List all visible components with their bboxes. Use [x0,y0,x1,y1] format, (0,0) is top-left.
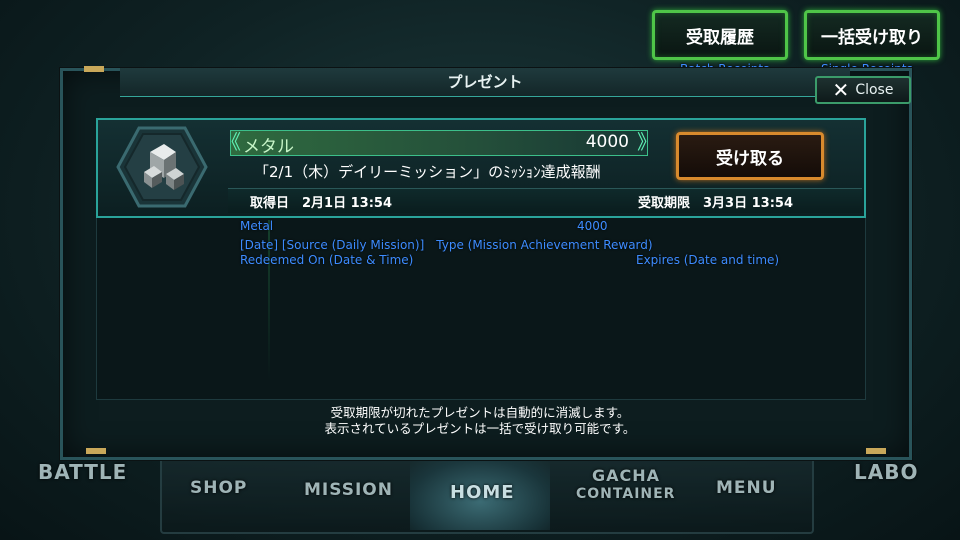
footer-note-line1: 受取期限が切れたプレゼントは自動的に消滅します。 [330,405,630,420]
annotation-description: [Date] [Source (Daily Mission)] Type (Mi… [240,238,653,252]
dialog-title: プレゼント [120,68,850,97]
nav-gacha[interactable]: GACHA [592,466,660,485]
dialog-corner-accent [84,66,104,72]
item-name-bar: 《 メタル 4000 》 [221,130,657,157]
close-button[interactable]: ✕ Close [815,76,911,104]
batch-receive-button[interactable]: 一括受け取り [804,10,940,60]
nav-menu[interactable]: MENU [716,478,777,498]
metal-crystal-icon [116,126,208,208]
receipt-history-button[interactable]: 受取履歴 [652,10,788,60]
receive-deadline: 受取期限 3月3日 13:54 [638,196,793,211]
dialog-corner-accent [866,448,886,454]
nav-home[interactable]: HOME [450,482,515,503]
arrow-right-icon: 》 [637,130,657,154]
item-quantity: 4000 [585,132,629,152]
arrow-left-icon: 《 [221,130,241,154]
item-description: 「2/1（木）デイリーミッション」のﾐｯｼｮﾝ達成報酬 [254,163,601,181]
obtained-date: 取得日 2月1日 13:54 [250,196,392,211]
annotation-name: Metal [240,219,274,233]
nav-battle[interactable]: BATTLE [38,460,127,484]
close-x-icon: ✕ [832,78,850,102]
nav-shop[interactable]: SHOP [190,478,247,498]
footer-note: 受取期限が切れたプレゼントは自動的に消滅します。 表示されているプレゼントは一括… [120,405,840,437]
close-label: Close [855,82,894,98]
annotation-deadline: Expires (Date and time) [636,253,780,267]
nav-mission[interactable]: MISSION [304,480,393,500]
item-name: メタル [243,137,294,157]
annotation-obtained: Redeemed On (Date & Time) [240,253,414,267]
footer-note-line2: 表示されているプレゼントは一括で受け取り可能です。 [324,421,636,436]
dialog-corner-accent [86,448,106,454]
item-meta-bar: 取得日 2月1日 13:54 受取期限 3月3日 13:54 [228,188,862,213]
receive-button[interactable]: 受け取る [676,132,824,180]
nav-labo[interactable]: LABO [854,460,918,484]
nav-container[interactable]: CONTAINER [576,486,675,502]
annotation-quantity: 4000 [577,219,608,233]
